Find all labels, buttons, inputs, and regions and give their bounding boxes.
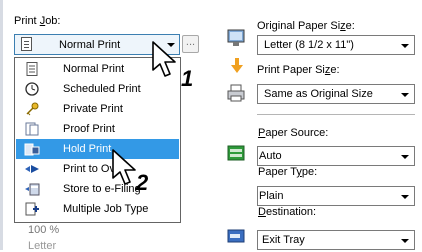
chevron-down-icon[interactable]	[401, 195, 409, 199]
chevron-down-icon[interactable]	[401, 239, 409, 243]
option-label: Private Print	[63, 103, 123, 115]
proof-icon	[25, 122, 39, 136]
paper-type-value: Plain	[259, 190, 284, 202]
option-label: Normal Print	[63, 63, 125, 75]
monitor-icon	[227, 29, 245, 46]
multiple-job-icon	[25, 202, 39, 216]
paper-type-label: Paper Type:	[258, 166, 318, 178]
option-multiple-job-type[interactable]: Multiple Job Type	[16, 199, 179, 219]
left-panel-edge	[0, 0, 3, 250]
chevron-down-icon[interactable]	[401, 155, 409, 159]
page-icon	[26, 62, 38, 76]
paper-source-value: Auto	[259, 150, 282, 162]
step-1-callout: 1	[181, 66, 194, 91]
divider	[257, 114, 415, 115]
option-label: Print to Ov	[63, 163, 115, 175]
original-paper-size-label: Original Paper Size:	[257, 20, 355, 32]
arrow-down-icon	[231, 58, 243, 73]
option-label: Hold Print	[63, 143, 112, 155]
chevron-down-icon[interactable]	[401, 44, 409, 48]
print-paper-size-value: Same as Original Size	[264, 88, 373, 100]
destination-select[interactable]: Exit Tray	[257, 230, 415, 250]
chevron-down-icon[interactable]	[401, 93, 409, 97]
paper-source-select[interactable]: Auto	[257, 146, 415, 166]
paper-type-select[interactable]: Plain	[257, 186, 415, 206]
key-icon	[26, 102, 39, 116]
option-label: Multiple Job Type	[63, 203, 149, 215]
paper-tray-icon	[227, 145, 245, 161]
option-label: Scheduled Print	[63, 83, 141, 95]
hold-icon	[24, 143, 40, 156]
background-value: 100 %	[28, 224, 60, 236]
option-hold-print[interactable]: Hold Print	[16, 139, 179, 159]
background-value-2: Letter	[28, 240, 57, 252]
print-paper-size-select[interactable]: Same as Original Size	[257, 84, 415, 104]
option-store-to-efiling[interactable]: Store to e-Filing	[16, 179, 179, 199]
destination-label: Destination:	[258, 206, 317, 218]
option-private-print[interactable]: Private Print	[16, 99, 179, 119]
page-icon	[21, 37, 32, 51]
printer-icon	[227, 84, 245, 102]
overlay-icon	[25, 165, 39, 173]
paper-source-label: Paper Source:	[258, 127, 329, 139]
print-job-label: Print Job:	[14, 15, 61, 27]
step-2-callout: 2	[136, 170, 149, 195]
print-job-selected-value: Normal Print	[59, 39, 121, 51]
print-paper-size-label: Print Paper Size:	[257, 64, 340, 76]
option-proof-print[interactable]: Proof Print	[16, 119, 179, 139]
option-print-to-overlay[interactable]: Print to Ov	[16, 159, 179, 179]
efiling-icon	[25, 183, 40, 196]
exit-tray-icon	[227, 229, 245, 243]
original-paper-size-select[interactable]: Letter (8 1/2 x 11")	[257, 35, 415, 55]
clock-icon	[25, 82, 39, 96]
option-label: Proof Print	[63, 123, 115, 135]
destination-value: Exit Tray	[262, 234, 305, 246]
original-paper-size-value: Letter (8 1/2 x 11")	[264, 39, 354, 51]
